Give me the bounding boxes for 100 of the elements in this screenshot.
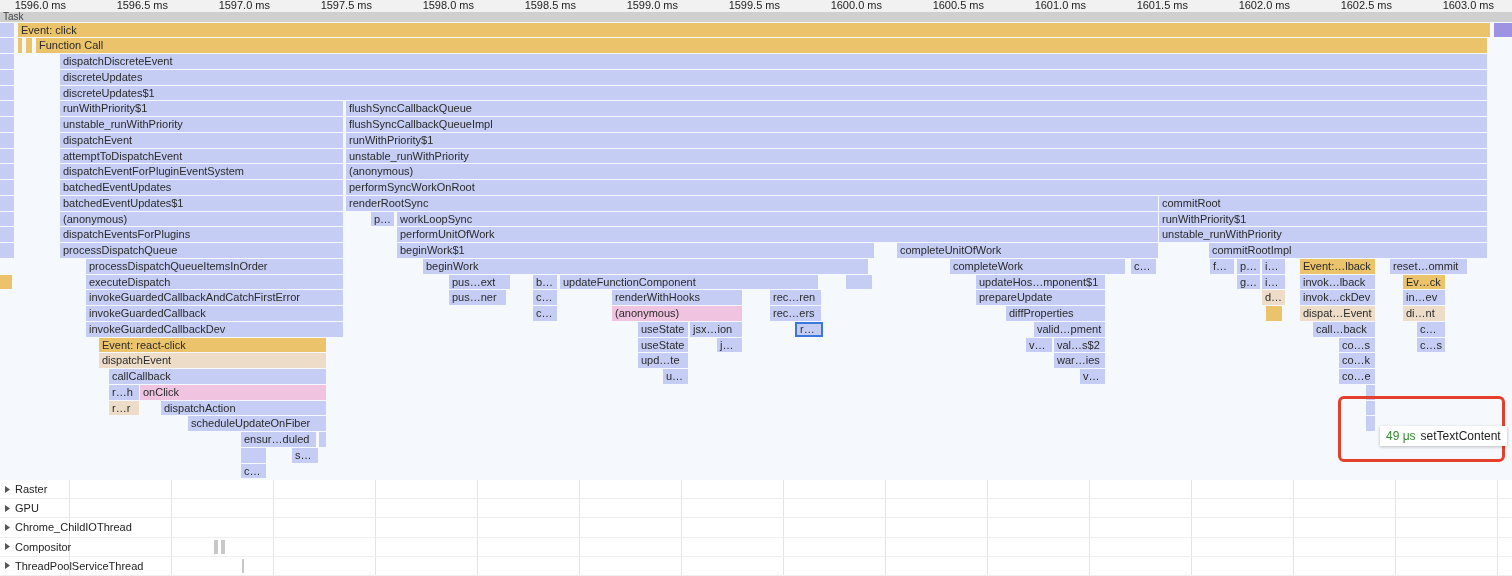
call-bar[interactable]: call…back [1313, 321, 1375, 337]
call-bar[interactable]: beginWork [423, 258, 868, 274]
call-bar[interactable]: executeDispatch [86, 274, 343, 290]
call-bar[interactable]: ensur…duled [241, 432, 316, 447]
call-bar[interactable]: c…s [1417, 337, 1445, 353]
call-bar[interactable]: rec…ren [770, 290, 821, 305]
call-bar[interactable]: in…ev [1403, 290, 1445, 305]
call-bar[interactable]: Ev…ck [1403, 274, 1445, 290]
call-bar[interactable]: co…k [1339, 353, 1375, 368]
call-bar[interactable]: rec…ers [770, 306, 821, 321]
thread-event-bar[interactable] [214, 539, 218, 554]
task-bar[interactable]: Task [0, 12, 1512, 22]
call-bar[interactable]: dispatchEvent [60, 132, 343, 148]
call-bar[interactable]: dispatchEvent [99, 353, 326, 368]
call-bar[interactable]: scheduleUpdateOnFiber [188, 416, 326, 431]
call-bar[interactable]: batchedEventUpdates$1 [60, 195, 343, 211]
call-bar[interactable]: r…r [109, 400, 139, 416]
call-bar[interactable] [1366, 384, 1375, 400]
call-bar[interactable]: invokeGuardedCallbackDev [86, 321, 343, 337]
call-bar[interactable]: (anonymous) [612, 306, 742, 321]
call-bar[interactable]: j… [717, 337, 742, 353]
call-bar[interactable]: f… [1210, 258, 1234, 274]
call-bar[interactable]: invokeGuardedCallbackAndCatchFirstError [86, 290, 343, 305]
call-bar[interactable]: Function Call [36, 38, 1487, 53]
call-bar[interactable]: onClick [140, 384, 326, 400]
expand-triangle-icon[interactable] [4, 543, 11, 551]
call-bar[interactable]: completeWork [950, 258, 1125, 274]
call-bar[interactable]: upd…te [638, 353, 688, 368]
call-bar[interactable]: dispat…Event [1300, 306, 1375, 321]
call-bar[interactable]: runWithPriority$1 [1159, 211, 1487, 227]
call-bar[interactable]: flushSyncCallbackQueueImpl [346, 117, 1487, 132]
call-bar[interactable]: b… [533, 274, 557, 290]
call-bar[interactable]: p… [371, 211, 394, 227]
expand-triangle-icon[interactable] [4, 485, 11, 493]
call-bar[interactable]: invokeGuardedCallback [86, 306, 343, 321]
call-bar[interactable]: pus…ner [449, 290, 506, 305]
call-bar[interactable]: callCallback [109, 369, 326, 384]
call-bar[interactable]: jsx…ion [690, 321, 742, 337]
call-bar[interactable]: reset…ommit [1390, 258, 1467, 274]
call-bar[interactable]: p… [1237, 258, 1260, 274]
thread-label[interactable]: GPU [15, 502, 39, 515]
call-bar[interactable]: dispatchEventForPluginEventSystem [60, 164, 343, 179]
call-bar[interactable]: r… [795, 321, 823, 337]
call-bar[interactable]: updateHos…mponent$1 [976, 274, 1105, 290]
call-bar[interactable]: renderWithHooks [612, 290, 742, 305]
call-bar[interactable]: (anonymous) [60, 211, 343, 227]
call-bar[interactable]: c… [533, 306, 557, 321]
call-bar[interactable]: processDispatchQueue [60, 243, 343, 258]
call-bar[interactable]: batchedEventUpdates [60, 180, 343, 195]
call-bar[interactable]: commitRootImpl [1209, 243, 1487, 258]
call-bar[interactable]: v… [1026, 337, 1052, 353]
call-bar[interactable]: Event:…lback [1300, 258, 1375, 274]
call-bar[interactable]: c… [1131, 258, 1156, 274]
call-bar[interactable]: performSyncWorkOnRoot [346, 180, 1487, 195]
call-bar[interactable]: completeUnitOfWork [897, 243, 1158, 258]
call-bar[interactable]: pus…ext [449, 274, 510, 290]
expand-triangle-icon[interactable] [4, 523, 11, 531]
call-bar[interactable]: useState [638, 321, 688, 337]
thread-label[interactable]: Chrome_ChildIOThread [15, 521, 132, 534]
call-bar[interactable]: unstable_runWithPriority [346, 148, 1487, 164]
call-bar[interactable]: u… [663, 369, 688, 384]
call-bar[interactable]: (anonymous) [346, 164, 1487, 179]
call-bar[interactable]: war…ies [1054, 353, 1105, 368]
call-bar[interactable]: Event: react-click [99, 337, 326, 353]
call-bar[interactable]: diffProperties [1006, 306, 1105, 321]
call-bar[interactable]: renderRootSync [346, 195, 1158, 211]
call-bar[interactable]: Event: click [18, 22, 1490, 38]
call-bar[interactable]: runWithPriority$1 [346, 132, 1487, 148]
expand-triangle-icon[interactable] [4, 504, 11, 512]
thread-label[interactable]: Compositor [15, 540, 72, 553]
call-bar[interactable]: updateFunctionComponent [560, 274, 818, 290]
call-bar[interactable]: unstable_runWithPriority [1159, 227, 1487, 242]
call-bar[interactable]: v… [1080, 369, 1105, 384]
call-bar[interactable]: c… [533, 290, 557, 305]
thread-event-bar[interactable] [221, 539, 225, 554]
call-bar[interactable]: discreteUpdates$1 [60, 85, 1487, 101]
call-bar[interactable]: c… [241, 463, 266, 479]
call-bar[interactable]: workLoopSync [397, 211, 1158, 227]
call-bar[interactable]: prepareUpdate [976, 290, 1105, 305]
expand-triangle-icon[interactable] [4, 562, 11, 570]
call-bar[interactable]: s… [292, 447, 318, 463]
call-bar[interactable]: g… [1237, 274, 1260, 290]
call-bar[interactable]: invok…ckDev [1300, 290, 1375, 305]
call-bar[interactable]: valid…pment [1034, 321, 1105, 337]
call-bar[interactable] [1494, 22, 1512, 38]
call-bar[interactable]: dispatchDiscreteEvent [60, 54, 1487, 69]
call-bar[interactable]: commitRoot [1159, 195, 1487, 211]
call-bar[interactable]: i… [1262, 274, 1285, 290]
thread-label[interactable]: Raster [15, 483, 48, 496]
call-bar[interactable]: dispatchEventsForPlugins [60, 227, 343, 242]
call-bar[interactable]: co…s [1339, 337, 1375, 353]
call-bar[interactable]: val…s$2 [1054, 337, 1105, 353]
call-bar[interactable]: unstable_runWithPriority [60, 117, 343, 132]
call-bar[interactable]: invok…lback [1300, 274, 1375, 290]
call-bar[interactable]: dispatchAction [161, 400, 326, 416]
call-bar[interactable]: r…h [109, 384, 139, 400]
call-bar[interactable]: co…e [1339, 369, 1375, 384]
call-bar[interactable]: performUnitOfWork [397, 227, 1158, 242]
call-bar[interactable]: runWithPriority$1 [60, 101, 343, 116]
call-bar[interactable]: d… [1262, 290, 1285, 305]
